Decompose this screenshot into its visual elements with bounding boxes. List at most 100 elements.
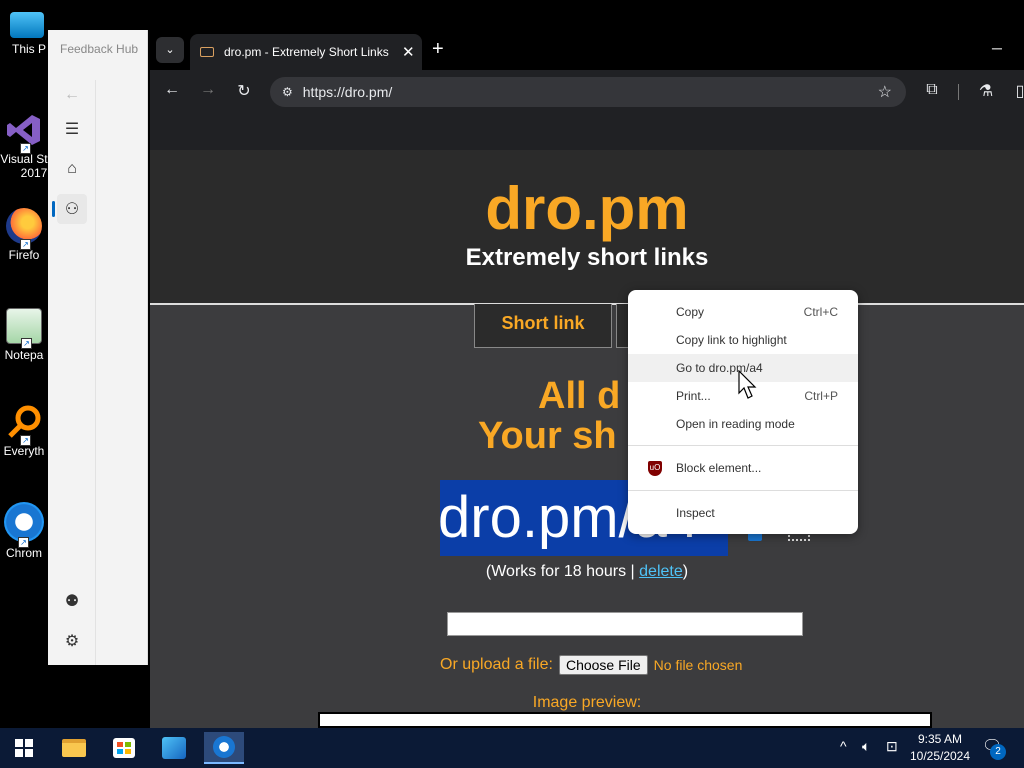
network-icon[interactable]: ⊡ — [886, 738, 898, 755]
desktop-icon-label: Notepa — [4, 348, 44, 362]
desktop-icon-firefox[interactable]: ↗ Firefo — [0, 208, 48, 262]
desktop-icon-chrome[interactable]: ↗ Chrom — [0, 502, 48, 560]
desktop-icon-this-pc[interactable]: This P — [0, 10, 48, 56]
site-header: dro.pm Extremely short links — [150, 150, 1024, 305]
desktop-icon-visual-studio[interactable]: ↗ Visual St 2017 — [0, 112, 48, 180]
active-indicator — [52, 201, 55, 217]
heading-line-2: Your sh — [478, 415, 617, 457]
menu-item-label: Copy link to highlight — [676, 333, 787, 347]
no-file-chosen-text: No file chosen — [653, 657, 743, 673]
expiry-prefix: (Works for 18 hours | — [485, 563, 640, 580]
bookmark-star-icon[interactable]: ☆ — [878, 82, 892, 102]
menu-item-copy-link-to-highlight[interactable]: Copy link to highlight — [628, 326, 858, 354]
tab-short-link[interactable]: Short link — [474, 304, 612, 348]
show-hidden-icons-chevron-icon[interactable]: ^ — [840, 738, 847, 754]
address-bar[interactable]: ⚙ https://dro.pm/ ☆ — [270, 77, 906, 107]
close-tab-icon[interactable]: ✕ — [402, 43, 415, 61]
url-text[interactable]: https://dro.pm/ — [303, 84, 392, 100]
desktop-icon-notepad[interactable]: ↗ Notepa — [0, 308, 48, 362]
menu-item-shortcut: Ctrl+P — [804, 389, 838, 403]
clock-time: 9:35 AM — [917, 732, 963, 746]
feedback-icon[interactable]: ⚇ — [57, 194, 87, 224]
chrome-icon: ↗ — [4, 502, 44, 548]
desktop-icon-label: 2017 — [20, 166, 48, 180]
menu-item-label: Inspect — [676, 506, 715, 520]
start-button[interactable] — [6, 732, 42, 764]
clock-date: 10/25/2024 — [909, 749, 971, 763]
browser-toolbar: ← → ↻ ⚙ https://dro.pm/ ☆ ⧉ ⚗ ▯ — [150, 70, 1024, 114]
text-input-area[interactable] — [447, 612, 803, 636]
menu-item-label: Open in reading mode — [676, 417, 795, 431]
notification-center-button[interactable]: 🗨︎ 2 — [982, 736, 1008, 760]
chrome-taskbar-icon[interactable] — [204, 732, 244, 764]
menu-item-block-element[interactable]: uO Block element... — [628, 454, 858, 482]
extensions-icon[interactable]: ⧉ — [920, 81, 944, 99]
home-icon[interactable]: ⌂ — [57, 154, 87, 184]
new-tab-button[interactable]: + — [432, 38, 444, 61]
store-taskbar-icon[interactable] — [106, 732, 142, 764]
settings-gear-icon[interactable]: ⚙ — [57, 626, 87, 656]
menu-item-open-reading-mode[interactable]: Open in reading mode — [628, 410, 858, 438]
hamburger-menu-icon[interactable]: ☰ — [57, 114, 87, 144]
shortcut-arrow-icon: ↗ — [20, 435, 31, 446]
upload-label: Or upload a file: — [440, 656, 553, 673]
context-menu: Copy Ctrl+C Copy link to highlight Go to … — [628, 290, 858, 534]
menu-item-label: Print... — [676, 389, 711, 403]
feedback-hub-taskbar-icon[interactable] — [156, 732, 192, 764]
menu-item-label: Block element... — [676, 461, 762, 475]
menu-item-inspect[interactable]: Inspect — [628, 499, 858, 527]
tab-title: dro.pm - Extremely Short Links — [224, 45, 389, 59]
tab-search-button[interactable]: ⌄ — [156, 37, 184, 63]
site-info-icon[interactable]: ⚙ — [282, 85, 293, 99]
taskbar: ^ 🔈︎ ⊡ 9:35 AM 10/25/2024 🗨︎ 2 — [0, 728, 1024, 768]
page-viewport: dro.pm Extremely short links Short link … — [150, 150, 1024, 728]
visual-studio-icon: ↗ — [6, 112, 42, 154]
desktop-icon-everything[interactable]: ↗ Everyth — [0, 404, 48, 458]
heading-line-1: All d — [538, 375, 621, 417]
magnifier-icon: ↗ — [6, 404, 42, 446]
tab-strip: ⌄ dro.pm - Extremely Short Links ✕ + ─ — [150, 30, 1024, 70]
site-logo[interactable]: dro.pm — [150, 174, 1024, 243]
image-preview-box — [318, 712, 932, 728]
mouse-cursor-icon — [738, 370, 757, 399]
back-arrow-icon[interactable]: ← — [160, 81, 184, 99]
desktop-icon-label: This P — [11, 42, 46, 56]
reload-icon[interactable]: ↻ — [232, 81, 256, 101]
feedback-hub-title: Feedback Hub — [60, 42, 139, 56]
ublock-shield-icon: uO — [648, 461, 662, 476]
forward-arrow-icon[interactable]: → — [196, 81, 220, 99]
tab-dro-pm[interactable]: dro.pm - Extremely Short Links ✕ — [190, 34, 422, 70]
choose-file-button[interactable]: Choose File — [558, 655, 648, 675]
menu-item-copy[interactable]: Copy Ctrl+C — [628, 298, 858, 326]
page-content: Short link All d Your sh dro.pm/a4 (Work… — [150, 304, 1024, 728]
shortcut-arrow-icon: ↗ — [18, 537, 29, 548]
expiry-suffix: ) — [682, 563, 689, 580]
expiry-text: (Works for 18 hours | delete) — [150, 563, 1024, 581]
firefox-icon: ↗ — [6, 208, 42, 250]
feedback-hub-window[interactable]: Feedback Hub ← ☰ ⌂ ⚇ ⚉ ⚙ — [48, 30, 148, 665]
volume-muted-icon[interactable]: 🔈︎ — [862, 738, 870, 755]
menu-item-shortcut: Ctrl+C — [803, 305, 838, 319]
labs-flask-icon[interactable]: ⚗ — [974, 81, 998, 101]
shortcut-arrow-icon: ↗ — [20, 143, 31, 154]
browser-window: ⌄ dro.pm - Extremely Short Links ✕ + ─ ←… — [150, 30, 1024, 728]
file-explorer-taskbar-icon[interactable] — [56, 732, 92, 764]
desktop-icon-label: Everyth — [3, 444, 45, 458]
desktop-icon-label: Chrom — [5, 546, 42, 560]
favicon-icon — [200, 47, 214, 57]
windows-logo-icon — [15, 739, 33, 757]
clock[interactable]: 9:35 AM 10/25/2024 — [908, 731, 972, 765]
add-person-icon[interactable]: ⚉ — [57, 586, 87, 616]
menu-item-label: Copy — [676, 305, 705, 319]
notepad-icon: ↗ — [6, 308, 42, 349]
computer-icon — [10, 12, 44, 38]
upload-row: Or upload a file: Choose File No file ch… — [440, 655, 742, 675]
shortcut-arrow-icon: ↗ — [20, 239, 31, 250]
delete-link[interactable]: delete — [639, 563, 683, 580]
menu-separator — [628, 490, 858, 491]
minimize-button[interactable]: ─ — [992, 40, 1002, 56]
desktop-icon-label: Firefo — [8, 248, 40, 262]
side-panel-icon[interactable]: ▯ — [1008, 81, 1024, 101]
back-arrow-icon[interactable]: ← — [57, 80, 87, 110]
menu-separator — [628, 445, 858, 446]
